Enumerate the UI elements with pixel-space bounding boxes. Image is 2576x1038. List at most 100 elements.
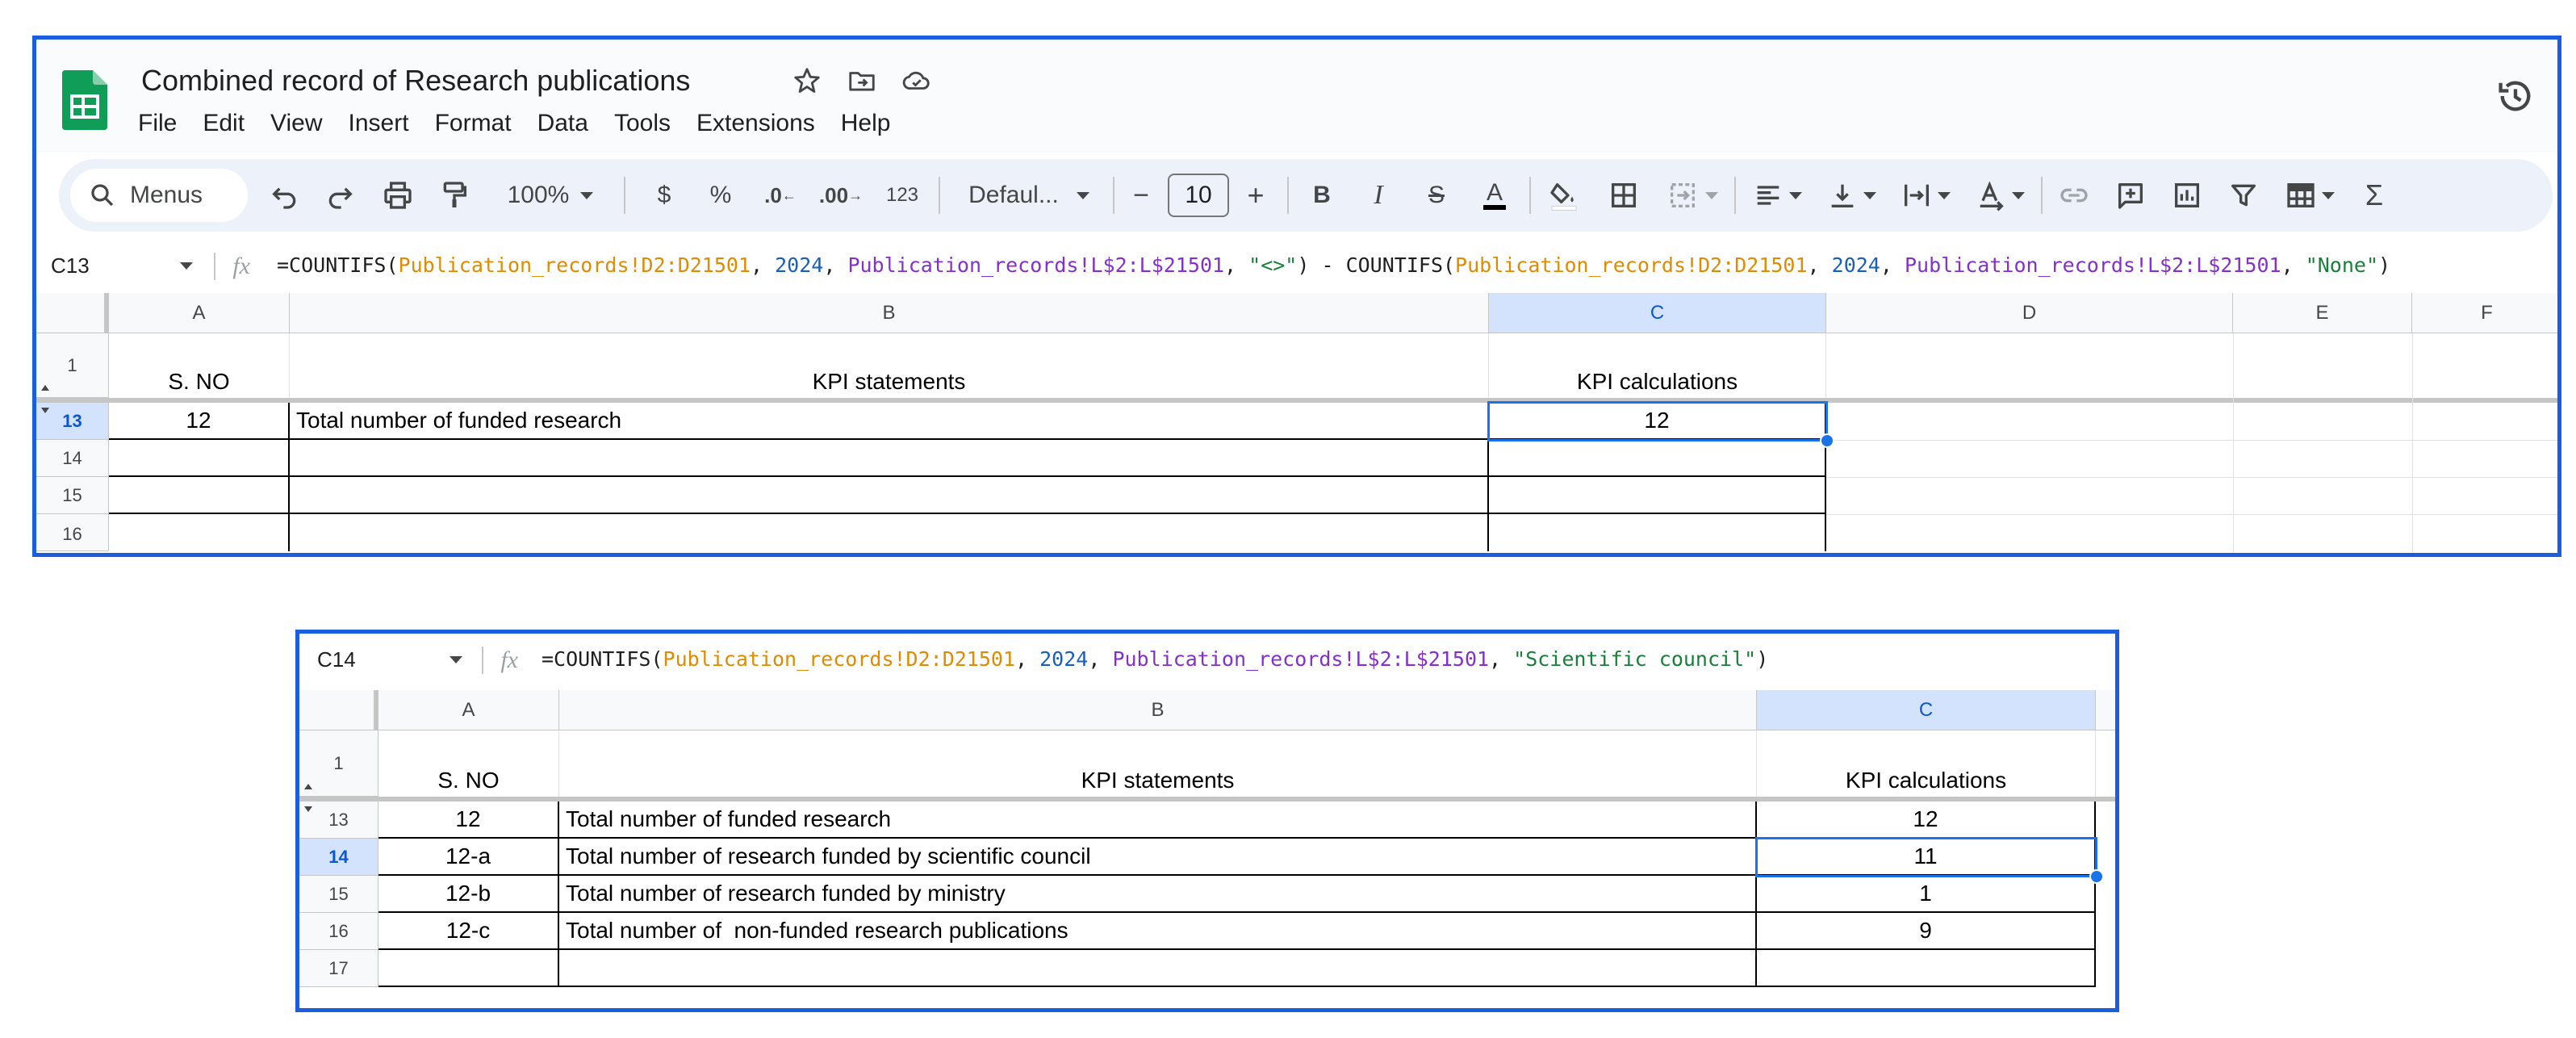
move-folder-icon[interactable]: [847, 65, 877, 96]
cell-a16[interactable]: 12-c: [378, 913, 559, 950]
active-cell-selection[interactable]: [1487, 401, 1828, 442]
sheets-logo-icon[interactable]: [62, 70, 107, 130]
cell-a1[interactable]: S. NO: [378, 730, 559, 797]
redo-button[interactable]: [317, 159, 362, 232]
formula-input[interactable]: =COUNTIFS(Publication_records!D2:D21501,…: [542, 634, 1768, 685]
star-icon[interactable]: [792, 65, 822, 96]
currency-format-button[interactable]: $: [640, 159, 688, 232]
cell-c13[interactable]: 12: [1757, 802, 2096, 839]
column-header-c[interactable]: C: [1489, 293, 1826, 333]
column-header-d[interactable]: D: [1826, 293, 2233, 333]
decrease-font-size-button[interactable]: −: [1119, 159, 1163, 232]
cell-a15[interactable]: 12-b: [378, 876, 559, 913]
expand-down-icon[interactable]: [304, 806, 312, 812]
font-family-select[interactable]: Defaul...: [948, 159, 1110, 232]
column-header-f[interactable]: F: [2412, 293, 2557, 333]
cell-a1[interactable]: S. NO: [109, 333, 290, 398]
fill-handle[interactable]: [2089, 869, 2104, 884]
horizontal-align-button[interactable]: [1742, 159, 1812, 232]
italic-button[interactable]: I: [1353, 159, 1403, 232]
percent-format-button[interactable]: %: [696, 159, 745, 232]
cell-a13[interactable]: 12: [109, 403, 290, 440]
paint-format-button[interactable]: [432, 159, 477, 232]
cell-c1[interactable]: KPI calculations: [1757, 730, 2096, 797]
menu-help[interactable]: Help: [839, 107, 893, 140]
text-color-button[interactable]: A: [1470, 159, 1520, 232]
cell-b14[interactable]: [290, 440, 1489, 477]
formula-input[interactable]: =COUNTIFS(Publication_records!D2:D21501,…: [277, 243, 2390, 288]
menu-file[interactable]: File: [136, 107, 178, 140]
expand-down-icon[interactable]: [41, 408, 49, 413]
borders-button[interactable]: [1599, 159, 1649, 232]
font-size-input[interactable]: 10: [1168, 174, 1229, 217]
column-header-b[interactable]: B: [559, 690, 1757, 730]
cell-a14[interactable]: 12-a: [378, 839, 559, 876]
collapse-up-icon[interactable]: [41, 385, 49, 391]
insert-link-button[interactable]: [2049, 159, 2099, 232]
name-box[interactable]: C13: [51, 243, 90, 288]
cell-c15[interactable]: [1489, 477, 1826, 514]
cell-b14[interactable]: Total number of research funded by scien…: [559, 839, 1757, 876]
document-title[interactable]: Combined record of Research publications: [141, 62, 690, 99]
row-header-16[interactable]: 16: [299, 913, 378, 950]
filter-button[interactable]: [2218, 159, 2269, 232]
menu-extensions[interactable]: Extensions: [695, 107, 817, 140]
cell-c16[interactable]: 9: [1757, 913, 2096, 950]
fill-handle[interactable]: [1820, 433, 1834, 448]
cell-b13[interactable]: Total number of funded research: [290, 403, 1489, 440]
strikethrough-button[interactable]: S: [1411, 159, 1462, 232]
number-format-button[interactable]: 123: [874, 159, 930, 232]
table-view-button[interactable]: [2275, 159, 2344, 232]
row-header-17[interactable]: 17: [299, 950, 378, 987]
cell-b15[interactable]: Total number of research funded by minis…: [559, 876, 1757, 913]
active-cell-selection[interactable]: [1755, 837, 2097, 877]
cell-b13[interactable]: Total number of funded research: [559, 802, 1757, 839]
row-header-15[interactable]: 15: [299, 876, 378, 913]
cell-a14[interactable]: [109, 440, 290, 477]
vertical-align-button[interactable]: [1817, 159, 1886, 232]
menu-insert[interactable]: Insert: [347, 107, 411, 140]
insert-comment-button[interactable]: [2106, 159, 2156, 232]
row-header-15[interactable]: 15: [36, 477, 109, 514]
cell-b1[interactable]: KPI statements: [290, 333, 1489, 398]
cell-a15[interactable]: [109, 477, 290, 514]
cell-c1[interactable]: KPI calculations: [1489, 333, 1826, 398]
select-all-corner[interactable]: [299, 690, 377, 730]
select-all-corner[interactable]: [36, 293, 107, 333]
cell-a13[interactable]: 12: [378, 802, 559, 839]
column-header-b[interactable]: B: [290, 293, 1489, 333]
merge-cells-button[interactable]: [1655, 159, 1729, 232]
menu-format[interactable]: Format: [433, 107, 513, 140]
column-header-e[interactable]: E: [2233, 293, 2412, 333]
cell-b16[interactable]: [290, 514, 1489, 551]
text-rotation-button[interactable]: [1965, 159, 2034, 232]
zoom-select[interactable]: 100%: [490, 159, 611, 232]
text-wrap-button[interactable]: [1891, 159, 1960, 232]
collapse-up-icon[interactable]: [304, 784, 312, 789]
cell-c16[interactable]: [1489, 514, 1826, 551]
functions-button[interactable]: Σ: [2349, 159, 2399, 232]
cloud-status-icon[interactable]: [901, 65, 932, 96]
print-button[interactable]: [374, 159, 422, 232]
row-header-14[interactable]: 14: [36, 440, 109, 477]
decrease-decimal-button[interactable]: .0 ←: [755, 159, 806, 232]
increase-decimal-button[interactable]: .00 →: [813, 159, 869, 232]
cell-a16[interactable]: [109, 514, 290, 551]
row-header-14[interactable]: 14: [299, 839, 378, 876]
insert-chart-button[interactable]: [2162, 159, 2212, 232]
undo-button[interactable]: [262, 159, 307, 232]
name-box-dropdown-icon[interactable]: [180, 262, 193, 270]
cell-c14[interactable]: [1489, 440, 1826, 477]
cell-b15[interactable]: [290, 477, 1489, 514]
cell-b1[interactable]: KPI statements: [559, 730, 1757, 797]
bold-button[interactable]: B: [1297, 159, 1347, 232]
menu-data[interactable]: Data: [536, 107, 590, 140]
column-header-a[interactable]: A: [109, 293, 290, 333]
cell-b17[interactable]: [559, 950, 1757, 987]
cell-c17[interactable]: [1757, 950, 2096, 987]
row-header-16[interactable]: 16: [36, 514, 109, 551]
version-history-icon[interactable]: [2494, 75, 2536, 117]
fill-color-button[interactable]: [1539, 159, 1589, 232]
menu-search-button[interactable]: Menus: [70, 169, 248, 222]
menu-edit[interactable]: Edit: [201, 107, 246, 140]
